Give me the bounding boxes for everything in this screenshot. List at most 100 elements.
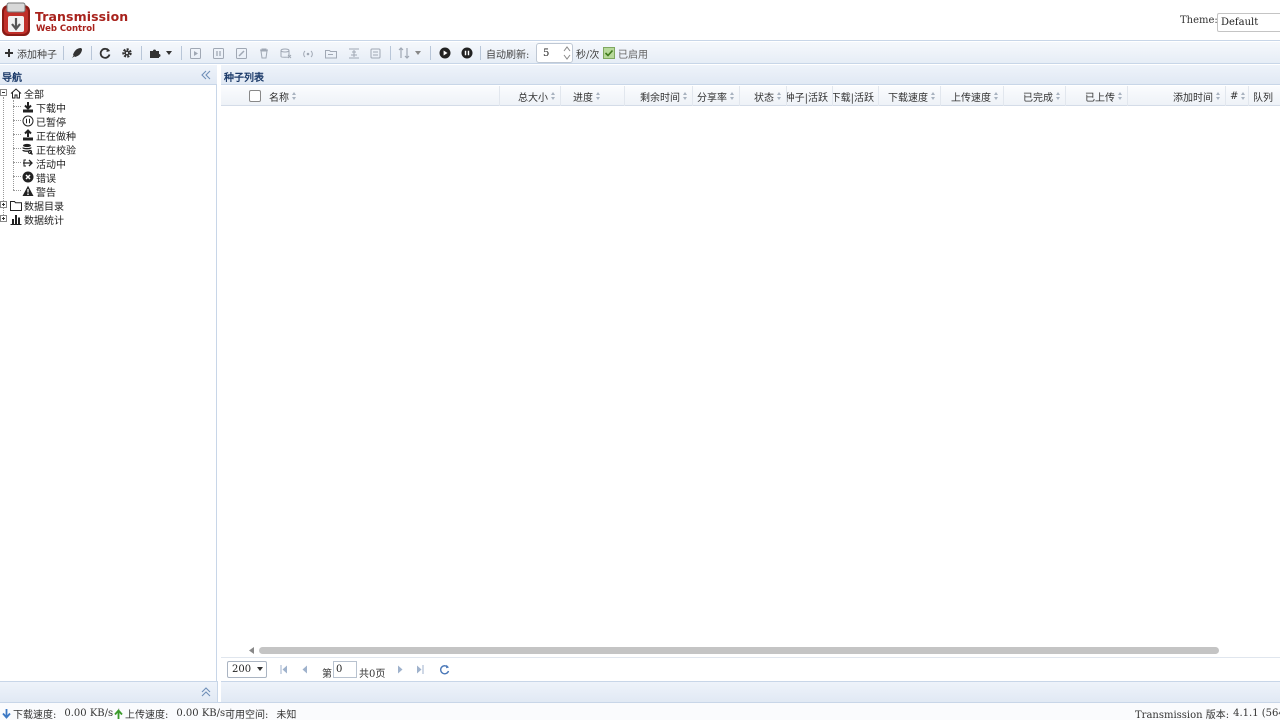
nav-item-warning[interactable]: 警告 [22,184,56,199]
start-selected-button[interactable] [190,45,201,61]
nav-item-label: 已暂停 [36,117,66,129]
select-all-checkbox[interactable] [249,90,261,102]
nav-item-seeding[interactable]: 正在做种 [22,128,76,143]
nav-item-all[interactable]: 全部 [10,86,44,101]
upload-speed-status: 上传速度: 0.00 KB/s | [114,706,233,721]
tree-toggle-folders[interactable] [0,201,7,208]
double-chevron-up-icon [201,687,211,697]
total-pages-label: 共0页 [359,669,386,680]
nav-item-label: 警告 [36,187,56,199]
sort-arrows-icon [398,47,410,59]
move-button[interactable] [325,45,337,61]
recheck-button[interactable] [236,45,247,61]
column-queue[interactable]: 队列 [1249,86,1280,106]
column-added-time[interactable]: 添加时间 [1128,86,1226,106]
chevron-down-icon [257,667,263,671]
collapse-panel-button[interactable] [201,70,211,83]
column-total-size[interactable]: 总大小 [500,86,561,106]
column-ratio[interactable]: 分享率 [693,86,740,106]
transmission-logo-icon [1,2,31,37]
nav-item-label: 错误 [36,173,56,185]
trash-icon [260,48,268,58]
nav-item-active[interactable]: 活动中 [22,156,66,171]
scroll-left-icon[interactable] [249,647,255,654]
last-page-icon [417,665,424,674]
navigation-panel: 导航 全部 下载中 已暂停 正在做种 正在校验 活动中 错误 警告 数据目录 数… [0,65,217,681]
free-space-status: 可用空间: 未知 [225,706,296,721]
horizontal-scrollbar[interactable] [247,646,1280,655]
nav-item-downloading[interactable]: 下载中 [22,100,66,115]
column-name[interactable]: 名称 [265,86,500,106]
nav-item-folders[interactable]: 数据目录 [10,198,64,213]
column-status[interactable]: 状态 [740,86,787,106]
next-page-button[interactable] [397,665,404,677]
toolbar: 添加种子 自动刷新: 5 秒/次 已启用 [0,42,1280,64]
free-space-value: 未知 [276,710,297,721]
app-title: Transmission [35,9,129,24]
first-page-button[interactable] [280,665,288,677]
reload-page-button[interactable] [439,664,450,678]
previous-page-button[interactable] [301,665,308,677]
remove-data-button[interactable] [280,45,292,61]
pause-all-torrents-button[interactable] [461,45,473,61]
column-download-speed[interactable]: 下载速度 [879,86,941,106]
nav-item-error[interactable]: 错误 [22,170,56,185]
tree-toggle-all[interactable] [0,89,7,96]
nav-item-label: 活动中 [36,159,66,171]
upload-speed-value: 0.00 KB/s [176,708,226,719]
reannounce-button[interactable] [302,45,314,61]
signal-icon [303,50,313,57]
auto-refresh-enabled-toggle[interactable]: 已启用 [603,45,648,61]
first-page-icon [280,665,287,674]
edit-square-icon [236,47,247,59]
add-torrent-button[interactable]: 添加种子 [4,45,57,61]
remove-button[interactable] [259,45,269,61]
column-remaining-time[interactable]: 剩余时间 [625,86,693,106]
sort-menu-button[interactable] [398,45,422,61]
theme-label: Theme: [1180,15,1218,26]
checking-icon [22,143,33,155]
chevron-down-icon [415,51,421,55]
pause-selected-button[interactable] [213,45,224,61]
column-upload-speed[interactable]: 上传速度 [941,86,1004,106]
column-peers-active[interactable]: 下载|活跃 [833,86,879,106]
current-page-input[interactable]: 0 [333,661,357,678]
plus-icon [5,49,13,57]
column-completed[interactable]: 已完成 [1004,86,1066,106]
settings-button[interactable] [121,45,133,61]
nav-item-label: 正在校验 [36,145,76,157]
start-all-button[interactable] [71,45,83,61]
last-page-button[interactable] [416,665,424,677]
seeding-icon [23,129,33,141]
column-seeds-active[interactable]: 种子|活跃 [787,86,833,106]
error-icon [22,171,34,183]
horizontal-scrollbar-thumb[interactable] [259,647,1219,654]
pause-square-icon [213,47,224,59]
plugins-menu-button[interactable] [149,45,173,61]
double-chevron-left-icon [201,70,211,80]
next-page-icon [398,665,403,674]
checkbox-checked-icon [603,47,615,59]
nav-item-statistics[interactable]: 数据统计 [10,212,64,227]
status-bar: 下载速度: 0.00 KB/s | 上传速度: 0.00 KB/s | 可用空间… [0,702,1280,721]
version-status: Transmission 版本: 4.1.1 (56442 [1135,706,1280,721]
start-all-torrents-button[interactable] [439,45,451,61]
download-speed-label: 下载速度: [13,710,57,721]
theme-select[interactable]: Default [1217,13,1280,32]
expand-panel-button[interactable] [201,687,211,700]
refresh-button[interactable] [99,45,111,61]
active-icon [23,159,33,167]
refresh-icon [440,664,450,675]
refresh-interval-stepper[interactable] [562,44,572,62]
nav-item-checking[interactable]: 正在校验 [22,142,76,157]
nav-item-paused[interactable]: 已暂停 [22,114,66,129]
label-button[interactable] [370,45,382,61]
column-progress[interactable]: 进度 [561,86,625,106]
distribute-button[interactable] [348,45,360,61]
column-uploaded[interactable]: 已上传 [1066,86,1128,106]
version-value: 4.1.1 (56442 [1233,708,1280,719]
download-speed-value: 0.00 KB/s [64,708,114,719]
column-number[interactable]: # [1226,86,1249,106]
tree-toggle-statistics[interactable] [0,215,7,222]
folder-icon [10,200,22,211]
